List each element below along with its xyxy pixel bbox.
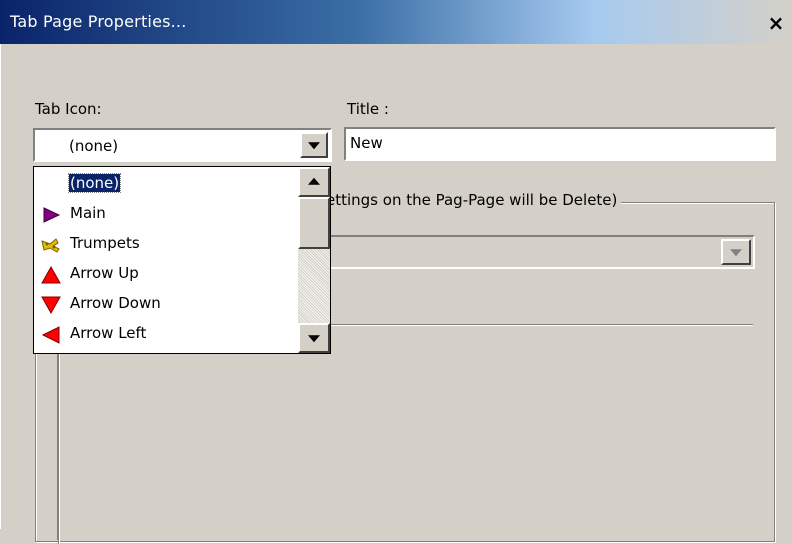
- list-item-label: (none): [67, 173, 122, 193]
- title-input[interactable]: New: [344, 127, 776, 161]
- red-arrow-left-icon: [41, 326, 60, 344]
- scroll-thumb[interactable]: [298, 197, 330, 249]
- list-item-label: Arrow Down: [70, 294, 161, 312]
- window-title: Tab Page Properties...: [10, 12, 187, 31]
- close-icon: ×: [767, 11, 785, 35]
- title-bar: Tab Page Properties...: [0, 0, 792, 44]
- settings-group-label: ettings on the Pag-Page will be Delete): [326, 191, 622, 209]
- chevron-down-icon: [308, 142, 320, 150]
- tab-icon-label: Tab Icon:: [35, 100, 102, 118]
- left-strip: [35, 340, 58, 540]
- tab-icon-combobox[interactable]: (none): [33, 128, 332, 162]
- list-item-main[interactable]: Main: [34, 199, 296, 229]
- list-item-trumpets[interactable]: Trumpets: [34, 229, 296, 259]
- chevron-down-icon: [730, 249, 742, 257]
- red-arrow-up-icon: [41, 265, 61, 284]
- page-dropdown-button[interactable]: [721, 239, 751, 265]
- tab-icon-combobox-value: (none): [69, 137, 119, 155]
- tab-icon-dropdown-button[interactable]: [300, 132, 328, 158]
- tab-icon-dropdown-list[interactable]: (none) Main Trumpets Arrow Up Arrow Down…: [33, 166, 331, 354]
- list-item-label: Trumpets: [70, 234, 140, 252]
- trumpets-icon: [41, 238, 60, 253]
- chevron-up-icon: [308, 177, 320, 185]
- dropdown-scrollbar[interactable]: [298, 167, 330, 353]
- chevron-down-icon: [308, 335, 320, 343]
- title-label: Title :: [347, 100, 389, 118]
- list-item-label: Main: [70, 204, 106, 222]
- list-item-none[interactable]: (none): [34, 169, 296, 199]
- red-arrow-down-icon: [41, 296, 61, 315]
- list-item-label: Arrow Left: [70, 324, 147, 342]
- list-item-arrow-up[interactable]: Arrow Up: [34, 259, 296, 289]
- list-item-label: Arrow Up: [70, 264, 139, 282]
- scroll-down-button[interactable]: [298, 323, 330, 353]
- list-item-arrow-down[interactable]: Arrow Down: [34, 289, 296, 319]
- page-combobox[interactable]: [300, 235, 755, 269]
- list-item-arrow-left[interactable]: Arrow Left: [34, 319, 296, 349]
- inner-panel: [58, 324, 753, 544]
- scroll-up-button[interactable]: [298, 167, 330, 197]
- close-button[interactable]: ×: [762, 10, 790, 36]
- purple-play-icon: [43, 207, 61, 223]
- window-left-edge: [0, 44, 8, 529]
